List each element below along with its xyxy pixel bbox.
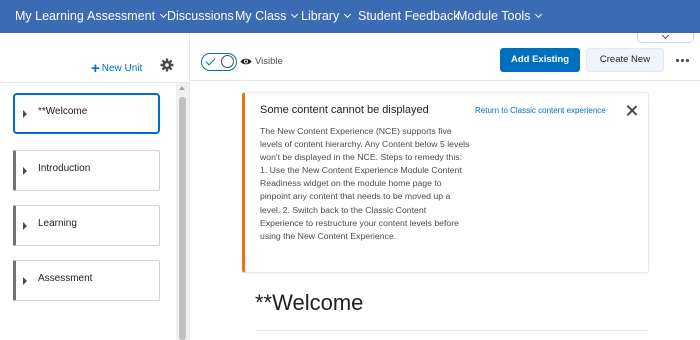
new-unit-label: New Unit [101,63,143,74]
nav-item-assessment[interactable]: Assessment [87,0,168,33]
chevron-down-icon [344,10,352,19]
alert-message: The New Content Experience (NCE) support… [260,126,470,241]
chevron-down-icon [661,31,670,40]
unit-label: Learning [38,218,77,229]
caret-right-icon[interactable] [23,222,27,230]
dot [686,59,689,62]
sidebar-header-divider [0,82,190,83]
nav-item-label: Library [301,9,340,23]
nav-item-label: Student Feedback [358,9,460,23]
unit-label: **Welcome [38,106,88,117]
more-options-icon[interactable] [676,53,690,67]
caret-right-icon[interactable] [23,277,27,285]
unit-label: Assessment [38,273,93,284]
caret-right-icon[interactable] [23,167,27,175]
sidebar-scrollbar[interactable] [176,83,189,340]
unit-label: Introduction [38,163,91,174]
unit-item-introduction[interactable]: Introduction [13,150,160,191]
collapse-nav-button[interactable] [637,31,694,43]
nav-item-library[interactable]: Library [301,0,352,33]
nav-item-student-feedback[interactable]: Student Feedback [358,0,459,33]
return-to-classic-link[interactable]: Return to Classic content experience [475,106,606,115]
scrollbar-thumb[interactable] [179,97,186,340]
plus-icon: + [91,60,100,77]
chevron-down-icon [535,10,543,19]
toolbar-divider [190,80,700,81]
new-unit-button[interactable]: + New Unit [91,58,143,77]
add-existing-button[interactable]: Add Existing [500,48,580,72]
page-title: **Welcome [255,290,364,315]
nav-item-label: Assessment [87,9,156,23]
unit-item-assessment[interactable]: Assessment [13,260,160,301]
nav-item-discussions[interactable]: Discussions [167,0,234,33]
toggle-knob [221,55,234,68]
scroll-up-arrow-icon[interactable] [179,86,185,90]
caret-right-icon[interactable] [23,110,27,118]
nav-item-label: My Class [235,9,287,23]
dot [681,59,684,62]
nav-item-module-tools[interactable]: Module Tools [457,0,543,33]
checkmark-icon [205,55,216,66]
gear-icon[interactable] [160,58,174,72]
nav-item-my-class[interactable]: My Class [235,0,299,33]
nav-item-my-learning[interactable]: My Learning [15,0,84,33]
visibility-toggle[interactable] [201,53,237,71]
top-nav-bar: My Learning Assessment Discussions My Cl… [0,0,700,33]
eye-icon [240,58,252,65]
warning-alert: Some content cannot be displayed Return … [242,92,649,273]
create-new-button[interactable]: Create New [586,48,664,72]
alert-title: Some content cannot be displayed [260,104,429,116]
nav-item-label: Module Tools [457,9,531,23]
visibility-label: Visible [255,56,283,67]
title-divider [255,330,648,331]
nav-item-label: Discussions [167,9,234,23]
unit-item-welcome[interactable]: **Welcome [13,93,160,134]
close-icon[interactable] [626,105,637,116]
nav-item-label: My Learning [15,9,84,23]
unit-item-learning[interactable]: Learning [13,205,160,246]
chevron-down-icon [291,10,299,19]
dot [676,59,679,62]
